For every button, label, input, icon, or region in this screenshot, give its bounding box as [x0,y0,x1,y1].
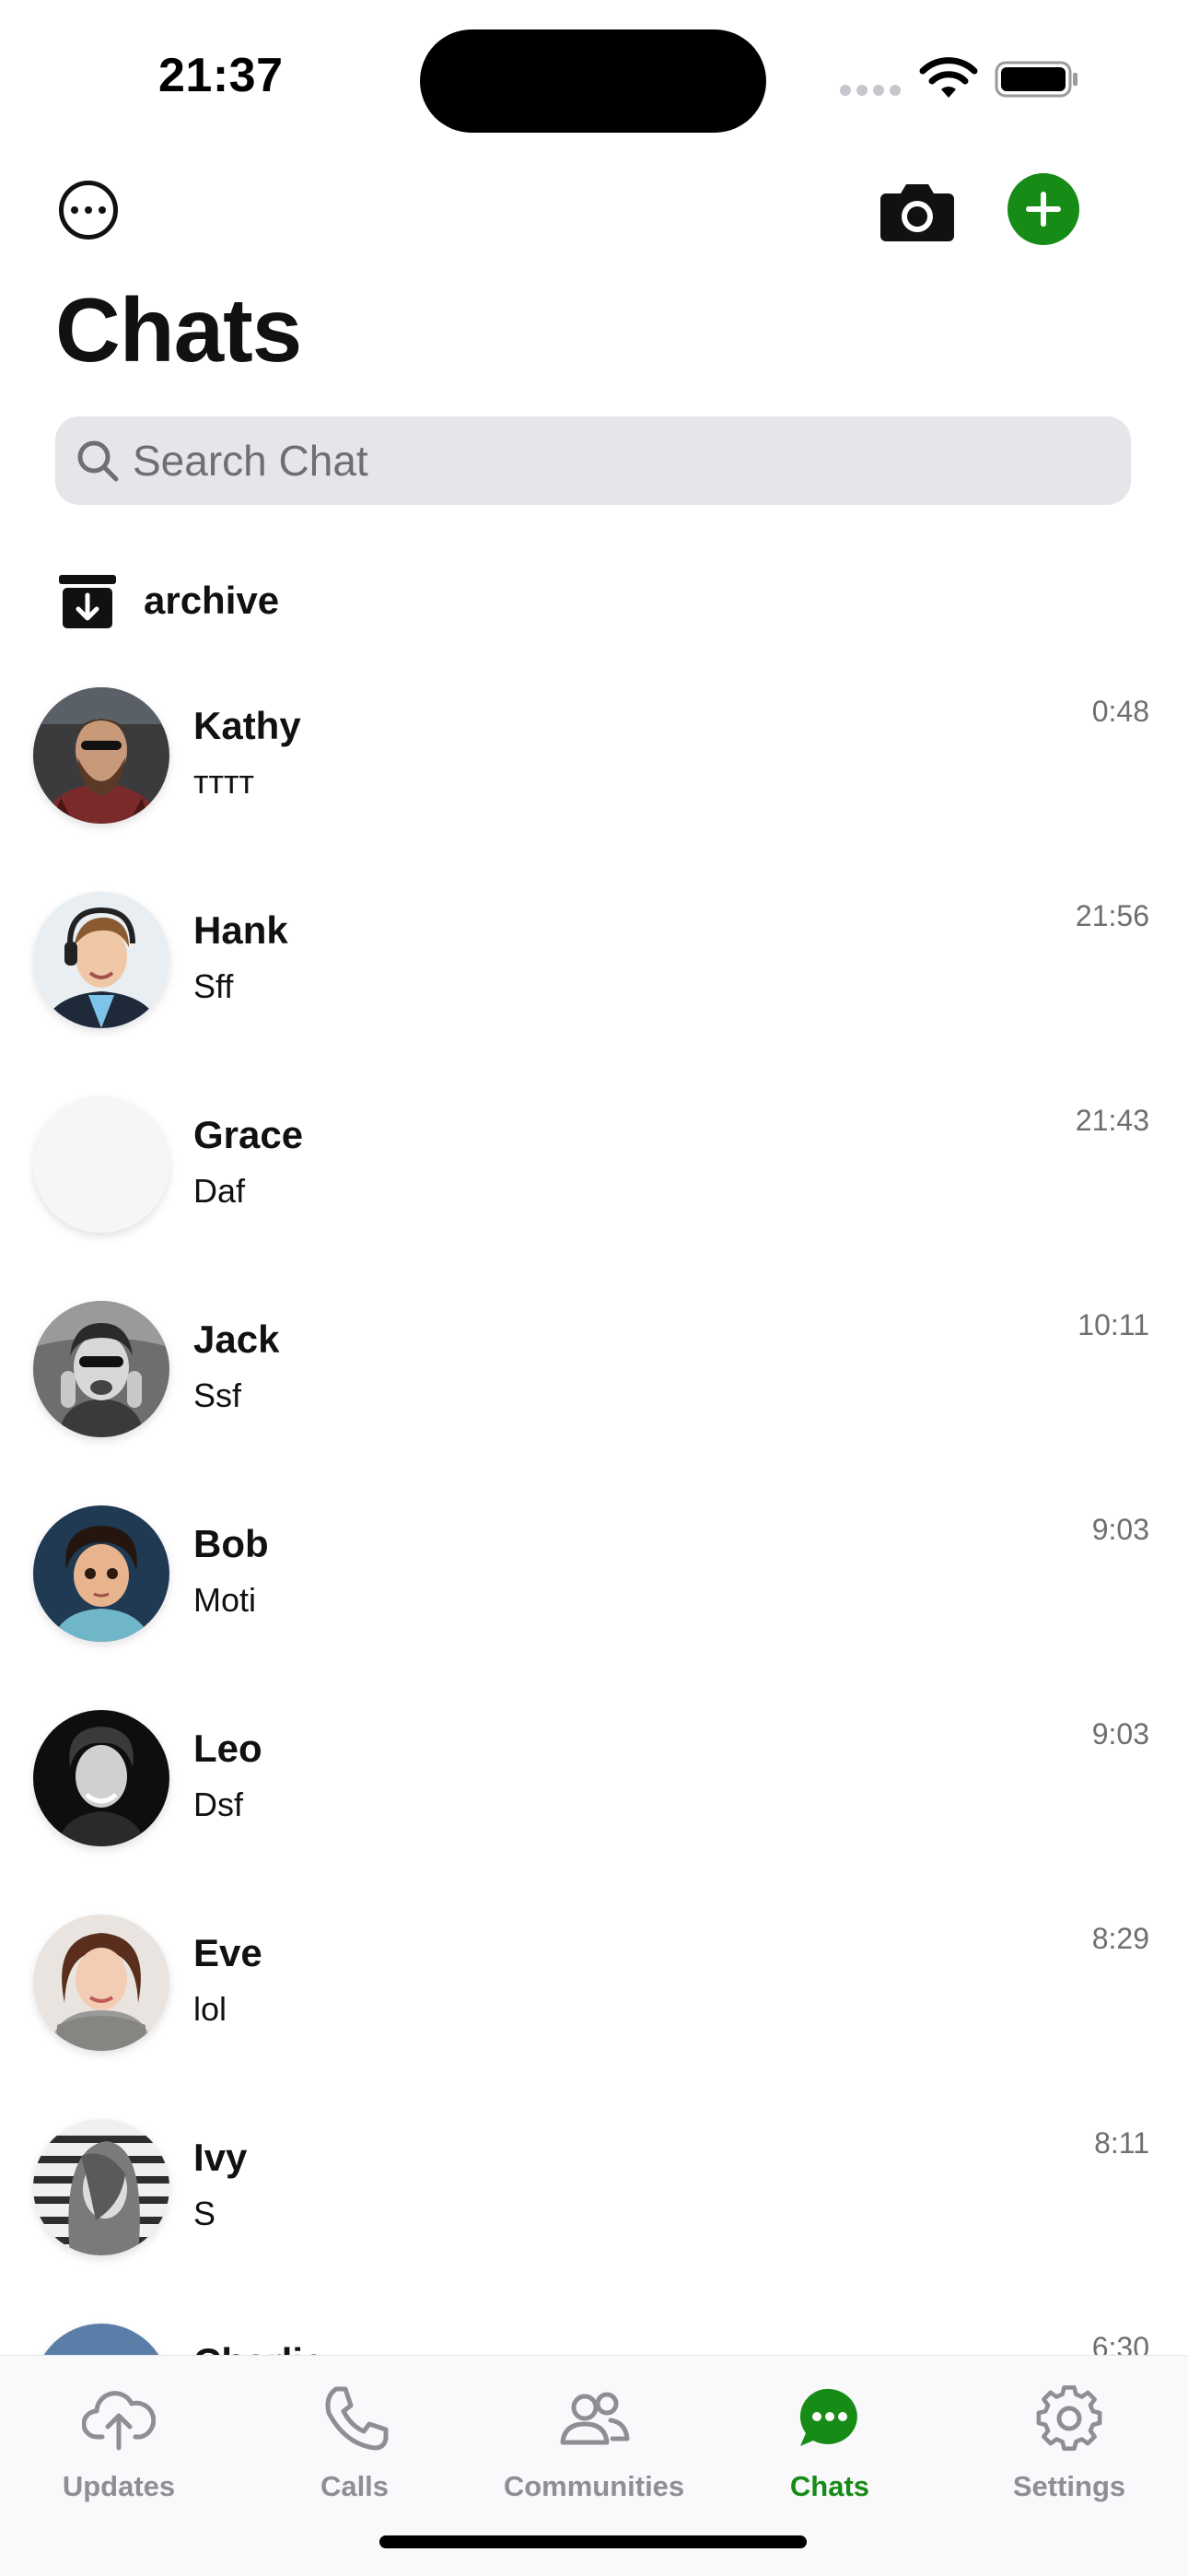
chat-time: 6:30 [1091,2331,1149,2355]
chat-list: Kathy ᴛᴛᴛᴛ 0:48 Hank Sff 21:56 Grace Daf… [0,682,1188,2355]
tab-label: Chats [789,2470,870,2502]
tab-label: Communities [503,2470,685,2502]
archive-label: archive [144,579,280,622]
chat-row-leo[interactable]: Leo Dsf 9:03 [0,1704,1188,1909]
dynamic-island [420,29,766,133]
avatar [33,687,169,824]
chat-time: 10:11 [1077,1308,1149,1341]
avatar [33,1914,169,2051]
chat-row-hank[interactable]: Hank Sff 21:56 [0,886,1188,1091]
avatar [33,1505,169,1642]
header-actions [0,166,1188,267]
chat-name: Kathy [193,704,301,747]
cloud-upload-icon [82,2391,156,2451]
chat-name: Eve [193,1931,262,1974]
plus-circle-icon[interactable] [1007,173,1079,245]
tab-label: Updates [62,2470,176,2502]
tab-updates[interactable]: Updates [4,2374,234,2522]
search-bar[interactable] [55,416,1131,505]
camera-icon[interactable] [879,177,956,243]
chat-preview: Ssf [193,1376,242,1414]
chat-time: 8:29 [1091,1922,1149,1955]
chat-name: Bob [193,1522,269,1565]
tab-label: Calls [320,2470,390,2502]
tab-label: Settings [1012,2470,1126,2502]
chat-row-ivy[interactable]: Ivy S 8:11 [0,2113,1188,2318]
home-indicator [379,2535,807,2548]
people-icon [560,2392,630,2445]
gear-icon [1036,2385,1102,2451]
chat-row-jack[interactable]: Jack Ssf 10:11 [0,1295,1188,1500]
chat-name: Grace [193,1113,304,1156]
chat-time: 9:03 [1091,1717,1149,1751]
chat-name: Charlie [193,2340,324,2355]
avatar [33,1710,169,1846]
chat-preview: Sff [193,967,234,1005]
avatar [33,1301,169,1437]
archive-row[interactable]: archive [0,558,1188,647]
chat-row-bob[interactable]: Bob Moti 9:03 [0,1500,1188,1704]
chat-preview: S [193,2195,216,2232]
chat-preview: ᴛᴛᴛᴛ [193,763,254,801]
chat-name: Hank [193,908,288,952]
chat-row-kathy[interactable]: Kathy ᴛᴛᴛᴛ 0:48 [0,682,1188,886]
chat-name: Jack [193,1317,280,1361]
tab-calls[interactable]: Calls [239,2374,470,2522]
chat-bubble-icon [799,2388,857,2446]
avatar [33,1096,169,1233]
tab-chats[interactable]: Chats [715,2374,945,2522]
chat-time: 9:03 [1091,1513,1149,1546]
chat-time: 0:48 [1091,695,1149,728]
chat-row-grace[interactable]: Grace Daf 21:43 [0,1091,1188,1295]
chat-row-charlie[interactable]: Charlie 6:30 [0,2318,1188,2355]
avatar [33,2324,169,2355]
status-bar: 21:37 [0,0,1188,157]
wifi-icon [919,57,978,98]
chat-preview: Moti [193,1581,257,1619]
chat-row-eve[interactable]: Eve lol 8:29 [0,1909,1188,2113]
chat-name: Leo [193,1727,262,1770]
archive-box-icon [59,575,116,628]
cellular-signal-icon [840,85,904,98]
chat-preview: Daf [193,1172,246,1210]
search-icon [77,440,119,482]
chat-time: 21:56 [1075,899,1149,932]
avatar [33,892,169,1028]
chats-screen: 21:37 Chats Search Chat archive Kathy ᴛᴛ… [0,0,1188,2576]
phone-icon [325,2386,389,2451]
status-time: 21:37 [158,49,284,102]
avatar [33,2119,169,2255]
chat-time: 8:11 [1094,2126,1149,2160]
tab-communities[interactable]: Communities [479,2374,709,2522]
chat-time: 21:43 [1075,1104,1149,1137]
ellipsis-circle-icon[interactable] [59,181,118,240]
tab-settings[interactable]: Settings [954,2374,1184,2522]
page-title: Chats [55,279,302,381]
chat-name: Ivy [193,2136,248,2179]
chat-preview: Dsf [193,1786,243,1823]
battery-icon [995,61,1077,98]
chat-preview: lol [193,1990,227,2028]
search-input[interactable] [133,416,1109,505]
